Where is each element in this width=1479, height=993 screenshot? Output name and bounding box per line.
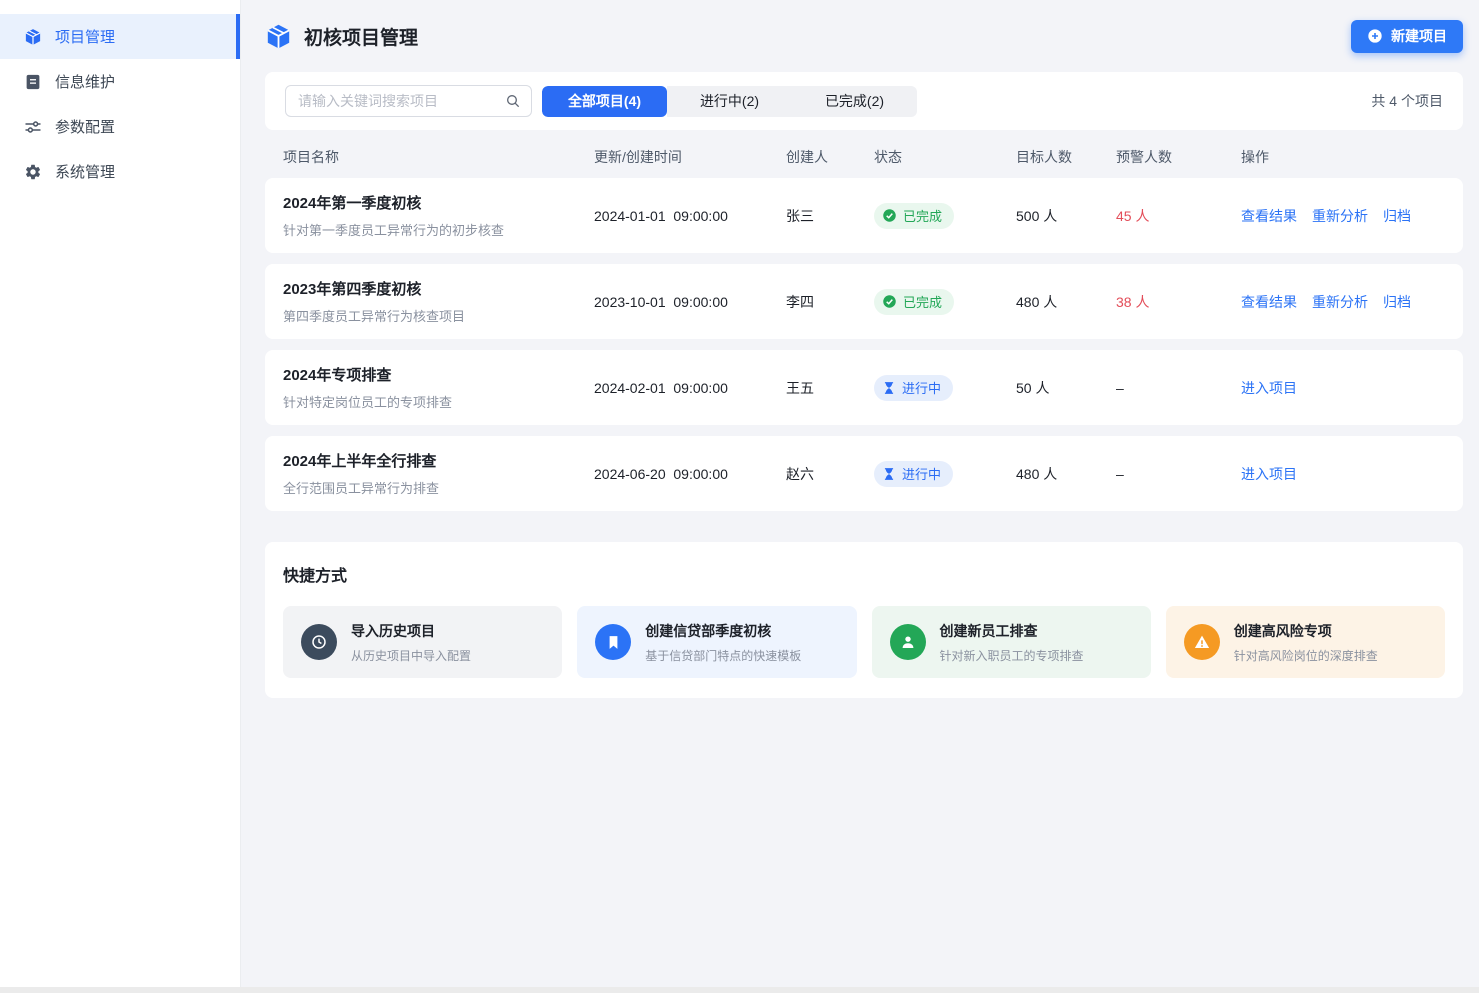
- table-row: 2024年上半年全行排查 全行范围员工异常行为排查 2024-06-20 09:…: [265, 436, 1463, 511]
- warning-count: 38 人: [1116, 292, 1241, 312]
- project-creator: 王五: [786, 378, 874, 398]
- check-circle-icon: [882, 208, 897, 223]
- table-row: 2023年第四季度初核 第四季度员工异常行为核查项目 2023-10-01 09…: [265, 264, 1463, 339]
- page-title: 初核项目管理: [304, 23, 418, 50]
- shortcut-create-high-risk-special[interactable]: 创建高风险专项 针对高风险岗位的深度排查: [1166, 606, 1445, 678]
- project-creator: 赵六: [786, 464, 874, 484]
- column-header-target: 目标人数: [1016, 147, 1116, 167]
- warning-count: 45 人: [1116, 206, 1241, 226]
- reanalyze-link[interactable]: 重新分析: [1312, 292, 1368, 312]
- enter-project-link[interactable]: 进入项目: [1241, 378, 1297, 398]
- shortcut-create-new-employee-screening[interactable]: 创建新员工排查 针对新入职员工的专项排查: [872, 606, 1151, 678]
- document-icon: [24, 73, 42, 91]
- archive-link[interactable]: 归档: [1383, 206, 1411, 226]
- project-name: 2024年第一季度初核: [283, 192, 594, 213]
- hourglass-icon: [882, 467, 896, 481]
- column-header-name: 项目名称: [283, 147, 594, 167]
- warning-icon: [1184, 624, 1220, 660]
- project-time: 2024-01-01 09:00:00: [594, 208, 786, 224]
- gear-icon: [24, 163, 42, 181]
- project-creator: 张三: [786, 206, 874, 226]
- sidebar-item-system-management[interactable]: 系统管理: [0, 149, 240, 194]
- box-icon: [24, 28, 42, 46]
- status-badge: 进行中: [874, 461, 953, 487]
- column-header-time: 更新/创建时间: [594, 147, 786, 167]
- view-results-link[interactable]: 查看结果: [1241, 206, 1297, 226]
- column-header-creator: 创建人: [786, 147, 874, 167]
- shortcut-import-history-project[interactable]: 导入历史项目 从历史项目中导入配置: [283, 606, 562, 678]
- new-project-button[interactable]: 新建项目: [1351, 20, 1463, 53]
- page-header: 初核项目管理 新建项目: [265, 0, 1463, 72]
- bookmark-icon: [595, 624, 631, 660]
- tab-in-progress[interactable]: 进行中(2): [667, 86, 792, 117]
- warning-count: –: [1116, 380, 1241, 396]
- check-circle-icon: [882, 294, 897, 309]
- search-icon[interactable]: [505, 93, 521, 109]
- target-count: 480 人: [1016, 464, 1116, 484]
- shortcuts-title: 快捷方式: [283, 562, 1445, 586]
- status-badge: 已完成: [874, 203, 954, 229]
- clock-icon: [301, 624, 337, 660]
- enter-project-link[interactable]: 进入项目: [1241, 464, 1297, 484]
- sidebar-item-project-management[interactable]: 项目管理: [0, 14, 240, 59]
- search-box: [285, 85, 532, 117]
- sidebar-item-label: 系统管理: [55, 161, 115, 182]
- shortcuts-section: 快捷方式 导入历史项目 从历史项目中导入配置: [265, 542, 1463, 698]
- reanalyze-link[interactable]: 重新分析: [1312, 206, 1368, 226]
- project-time: 2024-06-20 09:00:00: [594, 466, 786, 482]
- total-count: 共 4 个项目: [1371, 91, 1443, 111]
- project-time: 2024-02-01 09:00:00: [594, 380, 786, 396]
- tab-completed[interactable]: 已完成(2): [792, 86, 917, 117]
- box-icon: [265, 23, 292, 50]
- search-input[interactable]: [298, 93, 505, 109]
- toolbar: 全部项目(4) 进行中(2) 已完成(2) 共 4 个项目: [265, 72, 1463, 130]
- status-badge: 已完成: [874, 289, 954, 315]
- project-name: 2024年专项排查: [283, 364, 594, 385]
- sliders-icon: [24, 118, 42, 136]
- column-header-status: 状态: [874, 147, 1016, 167]
- filter-tabs: 全部项目(4) 进行中(2) 已完成(2): [542, 86, 917, 117]
- table-header: 项目名称 更新/创建时间 创建人 状态 目标人数 预警人数 操作: [265, 136, 1463, 178]
- table-row: 2024年专项排查 针对特定岗位员工的专项排查 2024-02-01 09:00…: [265, 350, 1463, 425]
- project-description: 全行范围员工异常行为排查: [283, 478, 594, 497]
- target-count: 500 人: [1016, 206, 1116, 226]
- target-count: 50 人: [1016, 378, 1116, 398]
- sidebar-item-label: 参数配置: [55, 116, 115, 137]
- target-count: 480 人: [1016, 292, 1116, 312]
- sidebar-item-label: 项目管理: [55, 26, 115, 47]
- project-name: 2023年第四季度初核: [283, 278, 594, 299]
- project-description: 第四季度员工异常行为核查项目: [283, 306, 594, 325]
- sidebar-item-parameter-config[interactable]: 参数配置: [0, 104, 240, 149]
- sidebar-item-label: 信息维护: [55, 71, 115, 92]
- view-results-link[interactable]: 查看结果: [1241, 292, 1297, 312]
- table-row: 2024年第一季度初核 针对第一季度员工异常行为的初步核查 2024-01-01…: [265, 178, 1463, 253]
- project-description: 针对第一季度员工异常行为的初步核查: [283, 220, 594, 239]
- archive-link[interactable]: 归档: [1383, 292, 1411, 312]
- project-description: 针对特定岗位员工的专项排查: [283, 392, 594, 411]
- page-bottom-edge: [0, 987, 1479, 993]
- project-time: 2023-10-01 09:00:00: [594, 294, 786, 310]
- project-name: 2024年上半年全行排查: [283, 450, 594, 471]
- warning-count: –: [1116, 466, 1241, 482]
- user-icon: [890, 624, 926, 660]
- sidebar: 项目管理 信息维护 参数配置 系统管理: [0, 0, 241, 987]
- column-header-actions: 操作: [1241, 147, 1463, 167]
- shortcut-create-credit-dept-review[interactable]: 创建信贷部季度初核 基于信贷部门特点的快速模板: [577, 606, 856, 678]
- hourglass-icon: [882, 381, 896, 395]
- project-creator: 李四: [786, 292, 874, 312]
- column-header-warning: 预警人数: [1116, 147, 1241, 167]
- main-content: 初核项目管理 新建项目 全部项目(4) 进行中(2): [241, 0, 1479, 993]
- sidebar-item-info-maintenance[interactable]: 信息维护: [0, 59, 240, 104]
- tab-all-projects[interactable]: 全部项目(4): [542, 86, 667, 117]
- plus-circle-icon: [1367, 28, 1383, 44]
- status-badge: 进行中: [874, 375, 953, 401]
